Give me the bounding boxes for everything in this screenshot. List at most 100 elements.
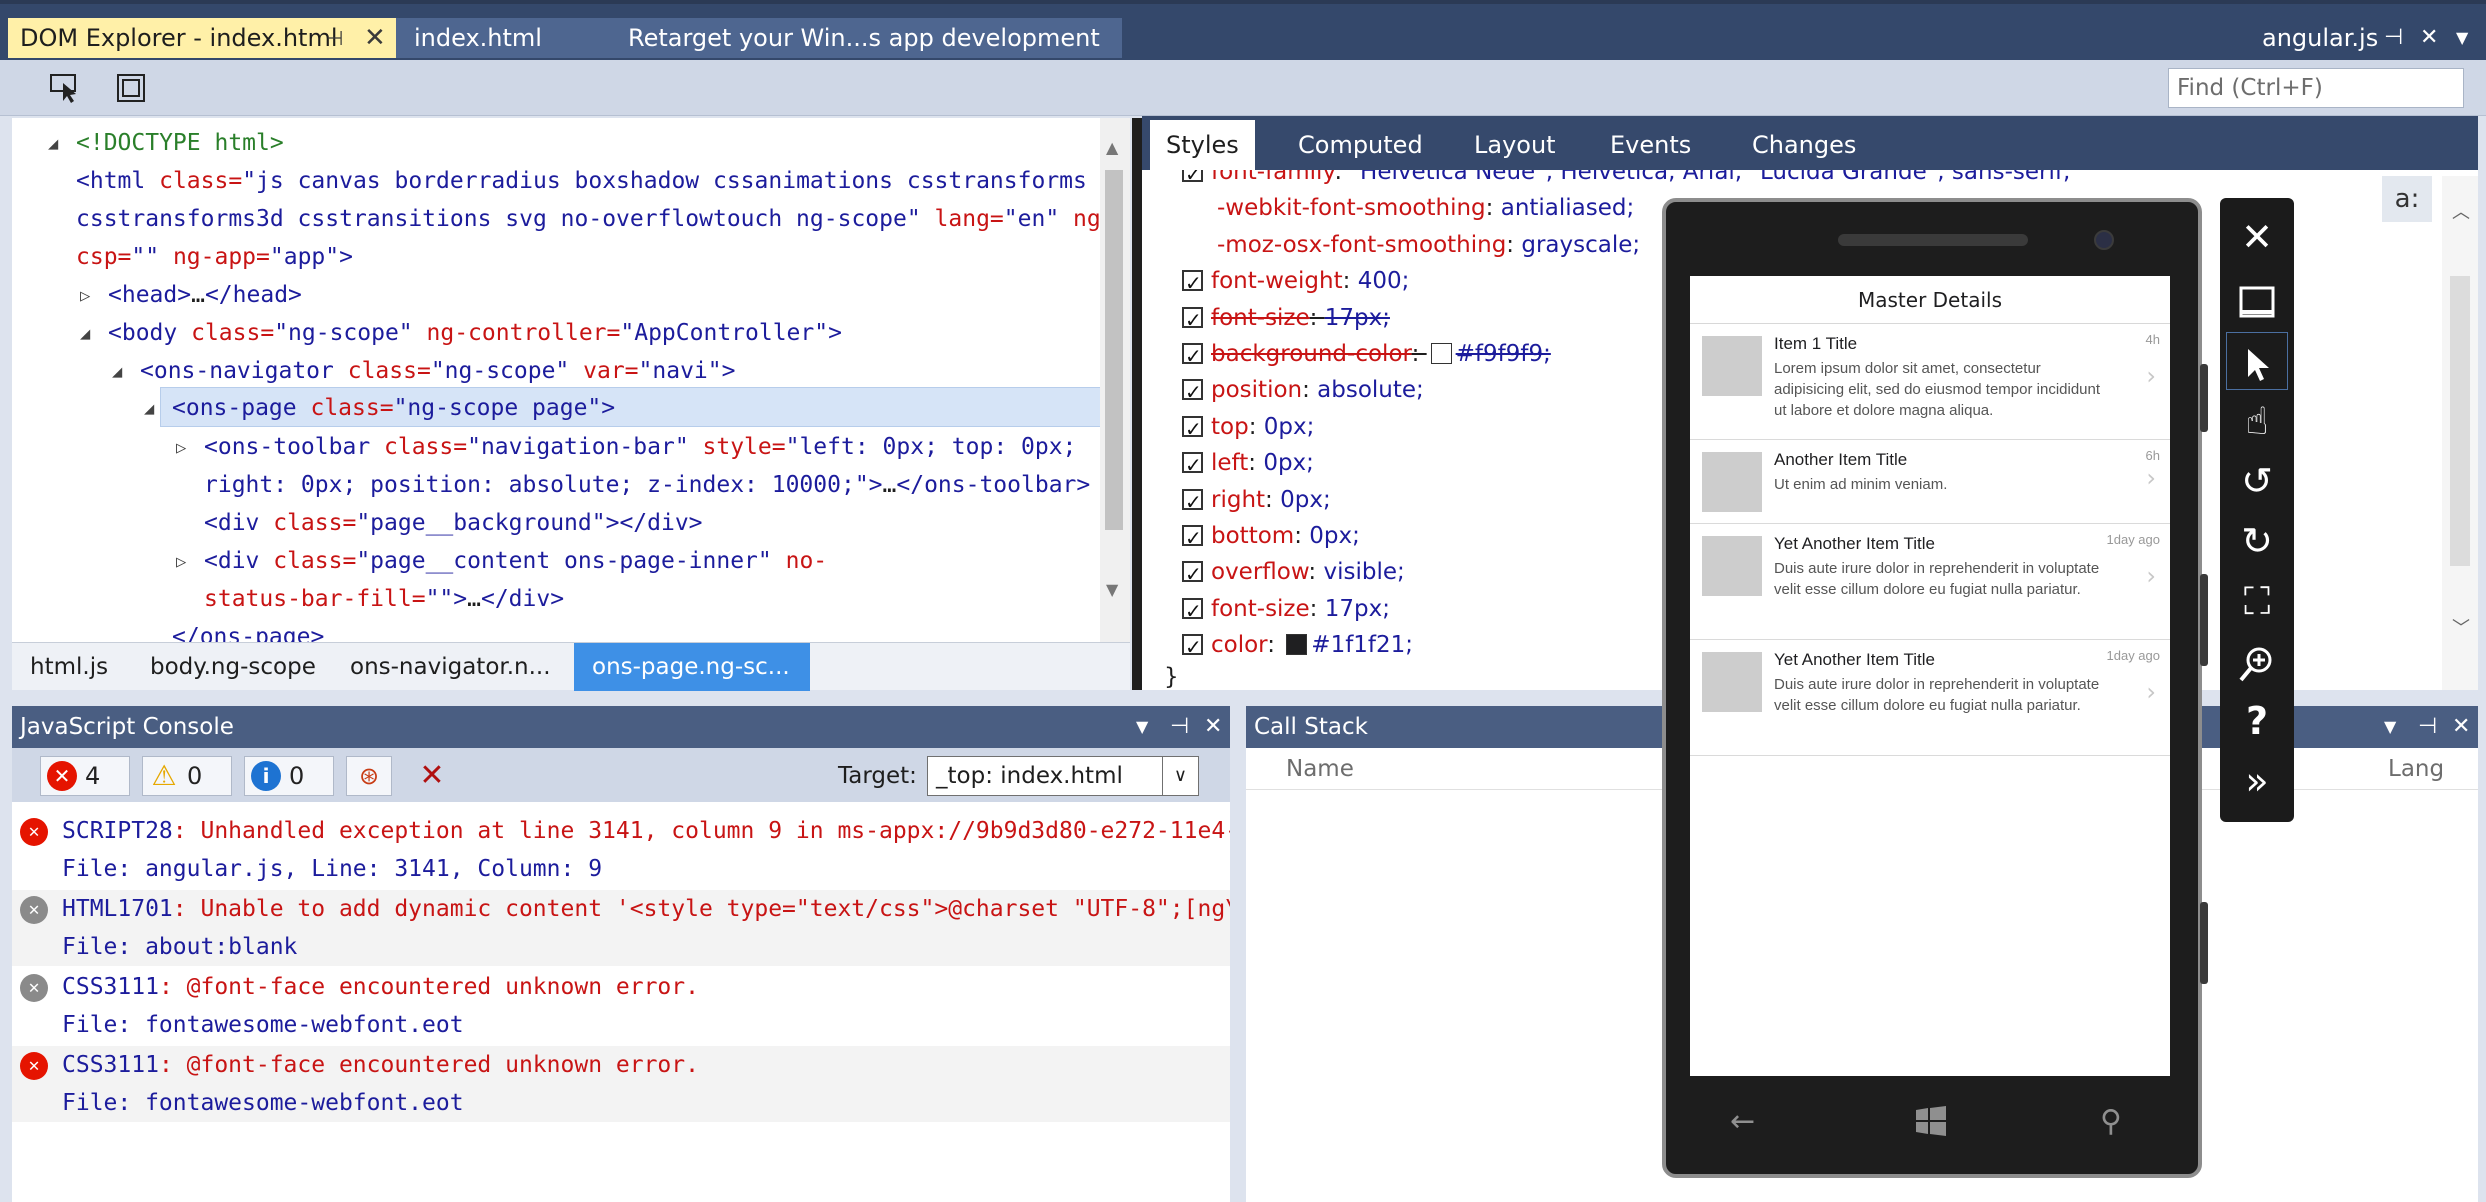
- more-icon[interactable]: »: [2220, 752, 2294, 810]
- dom-line-page-close[interactable]: </ons-page>: [172, 618, 324, 642]
- windows-start-icon[interactable]: [1914, 1104, 1948, 1146]
- message-file-link[interactable]: File: fontawesome-webfont.eot: [62, 1006, 1230, 1044]
- tab-dom-explorer[interactable]: DOM Explorer - index.html ⊣ ✕: [8, 18, 396, 58]
- console-message[interactable]: ✕ CSS3111: @font-face encountered unknown…: [12, 968, 1230, 1044]
- dom-line-html-cont2[interactable]: csp="" ng-app="app">: [76, 238, 353, 276]
- tab-index-html[interactable]: index.html: [396, 18, 610, 58]
- pin-icon[interactable]: ⊣: [1170, 706, 1189, 748]
- scroll-up-icon[interactable]: ︿: [2452, 198, 2470, 224]
- style-declaration[interactable]: font-size: 17px;: [1182, 591, 1390, 629]
- dom-line-html[interactable]: <html class="js canvas borderradius boxs…: [76, 162, 1087, 200]
- style-property-name[interactable]: color: [1211, 632, 1267, 658]
- style-property-name[interactable]: top: [1211, 414, 1249, 440]
- dom-line-navigator[interactable]: <ons-navigator class="ng-scope" var="nav…: [140, 352, 735, 390]
- style-property-value[interactable]: 0px;: [1280, 487, 1331, 513]
- tab-changes[interactable]: Changes: [1736, 120, 1872, 170]
- close-icon[interactable]: ✕: [2420, 18, 2438, 58]
- zoom-icon[interactable]: [2220, 632, 2294, 690]
- style-checkbox[interactable]: [1182, 265, 1203, 301]
- color-swatch[interactable]: [1286, 634, 1308, 656]
- dom-line-doctype[interactable]: <!DOCTYPE html>: [76, 124, 284, 162]
- style-declaration[interactable]: bottom: 0px;: [1182, 518, 1360, 556]
- collapsed-arrow-icon[interactable]: ▷: [176, 438, 186, 458]
- style-property-name[interactable]: right: [1211, 487, 1265, 513]
- message-code[interactable]: CSS3111: [62, 1052, 159, 1078]
- style-declaration[interactable]: right: 0px;: [1182, 482, 1331, 520]
- style-checkbox[interactable]: [1182, 484, 1203, 520]
- errors-filter-button[interactable]: ✕ 4: [40, 756, 130, 796]
- style-checkbox[interactable]: [1182, 302, 1203, 338]
- chevron-down-icon[interactable]: ▼: [2384, 706, 2396, 748]
- style-property-value[interactable]: #f9f9f9;: [1456, 341, 1551, 367]
- dom-line-page-content[interactable]: <div class="page__content ons-page-inner…: [204, 542, 827, 580]
- help-icon[interactable]: ?: [2220, 692, 2294, 750]
- minimize-icon[interactable]: [2220, 270, 2294, 328]
- scroll-up-icon[interactable]: ▲: [1106, 138, 1118, 157]
- style-property-value[interactable]: absolute;: [1317, 377, 1424, 403]
- dom-line-page-background[interactable]: <div class="page__background"></div>: [204, 504, 703, 542]
- scroll-down-icon[interactable]: ▼: [1106, 580, 1118, 599]
- chevron-down-icon[interactable]: ∨: [1162, 757, 1198, 795]
- font-toggle-badge[interactable]: a:: [2382, 176, 2432, 222]
- style-checkbox[interactable]: [1182, 338, 1203, 374]
- pane-splitter[interactable]: [1132, 118, 1142, 690]
- style-property-name[interactable]: font-size: [1211, 305, 1310, 331]
- console-message[interactable]: ✕ SCRIPT28: Unhandled exception at line 3…: [12, 812, 1230, 888]
- style-property-value[interactable]: visible;: [1323, 559, 1404, 585]
- list-item[interactable]: Item 1 Title Lorem ipsum dolor sit amet,…: [1690, 324, 2170, 440]
- style-property-name[interactable]: font-weight: [1211, 268, 1343, 294]
- target-select[interactable]: _top: index.html ∨: [927, 756, 1199, 796]
- expand-arrow-icon[interactable]: ◢: [112, 362, 122, 382]
- close-icon[interactable]: ✕: [364, 18, 386, 58]
- pin-icon[interactable]: ⊣: [2418, 706, 2437, 748]
- scrollbar-thumb[interactable]: [1105, 170, 1123, 530]
- hand-icon[interactable]: ☝: [2220, 392, 2294, 450]
- pin-icon[interactable]: ⊣: [326, 18, 343, 58]
- message-code[interactable]: SCRIPT28: [62, 818, 173, 844]
- style-property-value[interactable]: 17px;: [1325, 305, 1390, 331]
- warnings-filter-button[interactable]: ⚠ 0: [142, 756, 232, 796]
- style-property-value[interactable]: antialiased;: [1501, 195, 1635, 221]
- tab-computed[interactable]: Computed: [1282, 120, 1439, 170]
- message-file-link[interactable]: File: fontawesome-webfont.eot: [62, 1084, 1230, 1122]
- list-item[interactable]: Yet Another Item Title Duis aute irure d…: [1690, 524, 2170, 640]
- style-property-name[interactable]: position: [1211, 377, 1302, 403]
- highlight-element-button[interactable]: [110, 68, 150, 106]
- style-property-value[interactable]: grayscale;: [1521, 232, 1640, 258]
- style-declaration[interactable]: color: #1f1f21;: [1182, 627, 1413, 665]
- right-file-tab[interactable]: angular.js: [2262, 18, 2378, 58]
- style-property-name[interactable]: -webkit-font-smoothing: [1217, 195, 1486, 221]
- dom-tree-scrollbar[interactable]: ▲ ▼: [1100, 118, 1130, 642]
- back-icon[interactable]: ←: [1730, 1104, 1755, 1139]
- select-element-button[interactable]: [44, 68, 84, 106]
- style-checkbox[interactable]: [1182, 411, 1203, 447]
- breadcrumb-item[interactable]: body.ng-scope: [132, 643, 328, 691]
- dom-line-toolbar-cont[interactable]: right: 0px; position: absolute; z-index:…: [204, 466, 1090, 504]
- dom-line-body[interactable]: <body class="ng-scope" ng-controller="Ap…: [108, 314, 842, 352]
- pin-icon[interactable]: ⊣: [2384, 18, 2403, 58]
- style-property-name[interactable]: -moz-osx-font-smoothing: [1217, 232, 1506, 258]
- collapsed-arrow-icon[interactable]: ▷: [176, 552, 186, 572]
- clear-on-navigate-button[interactable]: ⊛: [346, 756, 392, 796]
- style-property-value[interactable]: #1f1f21;: [1311, 632, 1413, 658]
- volume-button[interactable]: [2200, 364, 2208, 432]
- power-button[interactable]: [2200, 574, 2208, 666]
- console-message[interactable]: ✕ HTML1701: Unable to add dynamic content…: [12, 890, 1230, 966]
- dom-line-head[interactable]: <head>…</head>: [108, 276, 302, 314]
- breadcrumb-item[interactable]: html.js: [12, 643, 128, 691]
- style-declaration[interactable]: -webkit-font-smoothing: antialiased;: [1182, 190, 1634, 226]
- expand-arrow-icon[interactable]: ◢: [80, 324, 90, 344]
- color-swatch[interactable]: [1430, 343, 1452, 364]
- list-item[interactable]: Another Item Title Ut enim ad minim veni…: [1690, 440, 2170, 524]
- style-property-value[interactable]: 17px;: [1325, 596, 1390, 622]
- style-property-value[interactable]: 400;: [1358, 268, 1410, 294]
- tab-events[interactable]: Events: [1594, 120, 1707, 170]
- chevron-down-icon[interactable]: ▼: [1136, 706, 1148, 748]
- style-property-name[interactable]: overflow: [1211, 559, 1308, 585]
- find-input[interactable]: Find (Ctrl+F): [2168, 68, 2464, 108]
- tab-styles[interactable]: Styles: [1150, 120, 1255, 170]
- style-declaration[interactable]: font-size: 17px;: [1182, 300, 1390, 338]
- style-checkbox[interactable]: [1182, 593, 1203, 629]
- breadcrumb-item[interactable]: ons-navigator.n...: [332, 643, 570, 691]
- column-language[interactable]: Lang: [2388, 748, 2444, 790]
